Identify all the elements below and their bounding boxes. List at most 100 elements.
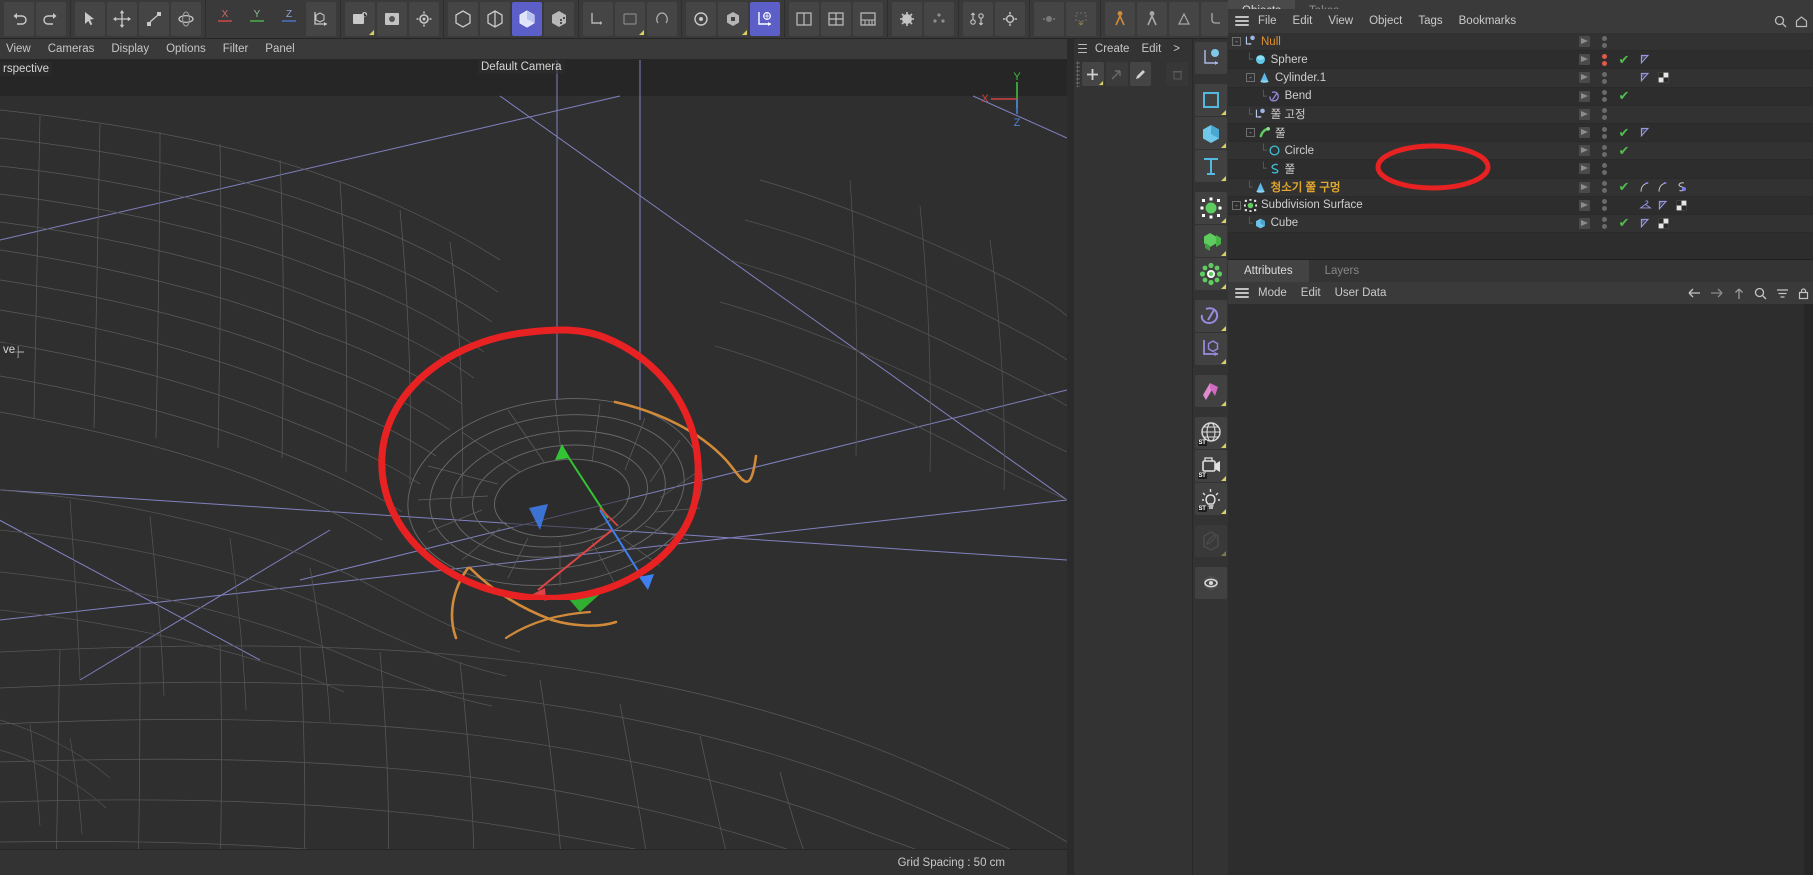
phong-tag-icon[interactable]: [1639, 53, 1652, 66]
object-visibility-cell[interactable]: [1573, 217, 1595, 229]
visibility-dot[interactable]: [1601, 144, 1607, 150]
visibility-dot[interactable]: [1601, 151, 1607, 157]
object-visibility-cell[interactable]: [1573, 90, 1595, 102]
live-selection-button[interactable]: [75, 2, 105, 36]
object-visibility-cell[interactable]: [1573, 127, 1595, 139]
object-row-5[interactable]: - 쭐 ✔: [1228, 123, 1813, 143]
hamburger-icon[interactable]: [1078, 42, 1087, 56]
lock-icon[interactable]: [1798, 287, 1809, 300]
visibility-dots-cell[interactable]: [1595, 199, 1613, 212]
hanger-tag-icon[interactable]: [1639, 199, 1652, 212]
object-enable-check[interactable]: ✔: [1613, 88, 1635, 104]
phong-tag-icon[interactable]: [1639, 126, 1652, 139]
visibility-dot[interactable]: [1601, 169, 1607, 175]
om-menu-edit[interactable]: Edit: [1293, 15, 1313, 27]
visibility-toggle-icon[interactable]: [1578, 54, 1590, 66]
snap-settings-button[interactable]: [924, 2, 954, 36]
render-to-picture-viewer-button[interactable]: [377, 2, 407, 36]
cube-primitive-button[interactable]: [448, 2, 478, 36]
text-spline-tool[interactable]: [1194, 150, 1227, 182]
visibility-dots-cell[interactable]: [1595, 181, 1613, 194]
bend-deformer-button[interactable]: [583, 2, 613, 36]
spline-dynamics-tag-icon[interactable]: [1675, 181, 1688, 194]
filter-icon[interactable]: [1776, 287, 1789, 300]
move-up-down-button[interactable]: [963, 2, 993, 36]
axis-object-tool[interactable]: [1194, 42, 1227, 74]
tab-attributes[interactable]: Attributes: [1228, 260, 1309, 282]
visibility-dots-cell[interactable]: [1595, 90, 1613, 103]
visibility-toggle-icon[interactable]: [1578, 217, 1590, 229]
forward-arrow-icon[interactable]: [1710, 287, 1724, 299]
visibility-dot[interactable]: [1601, 90, 1607, 96]
expander-toggle[interactable]: -: [1246, 128, 1255, 138]
visibility-dot[interactable]: [1601, 97, 1607, 103]
visibility-dot[interactable]: [1601, 71, 1607, 77]
render-view-button[interactable]: [345, 2, 375, 36]
viewport-menu-panel[interactable]: Panel: [265, 43, 294, 55]
object-visibility-cell[interactable]: [1573, 181, 1595, 193]
at-menu-user-data[interactable]: User Data: [1335, 287, 1387, 299]
hamburger-icon[interactable]: [1235, 285, 1249, 301]
visibility-toggle-icon[interactable]: [1578, 127, 1590, 139]
mograph-cloner-tool[interactable]: [1194, 192, 1227, 224]
align-to-spline-tag-icon[interactable]: [1657, 181, 1670, 194]
move-tool-button[interactable]: [107, 2, 137, 36]
object-row-10[interactable]: └ Cube ✔: [1228, 214, 1813, 234]
camera-button[interactable]: [615, 2, 645, 36]
lock-x-axis-button[interactable]: X: [210, 2, 240, 36]
visibility-dot[interactable]: [1601, 188, 1607, 194]
object-enable-check[interactable]: ✔: [1613, 52, 1635, 68]
visibility-dot[interactable]: [1601, 199, 1607, 205]
object-row-6[interactable]: └ Circle ✔: [1228, 142, 1813, 161]
four-view-button[interactable]: [821, 2, 851, 36]
object-row-0[interactable]: - Null: [1228, 33, 1813, 52]
object-visibility-cell[interactable]: [1573, 108, 1595, 120]
visibility-dots-cell[interactable]: [1595, 126, 1613, 139]
rotate-tool-button[interactable]: [171, 2, 201, 36]
visibility-dots-cell[interactable]: [1595, 71, 1613, 84]
array-button[interactable]: [544, 2, 574, 36]
object-visibility-cell[interactable]: [1573, 54, 1595, 66]
model-mode-button[interactable]: [686, 2, 716, 36]
tab-takes[interactable]: Takes: [1295, 0, 1354, 9]
visibility-dot[interactable]: [1601, 181, 1607, 187]
undo-button[interactable]: [4, 2, 34, 36]
viewport-menu-view[interactable]: View: [6, 43, 31, 55]
world-object-coordinates-button[interactable]: [306, 2, 336, 36]
visibility-dot[interactable]: [1601, 115, 1607, 121]
visibility-toggle-icon[interactable]: [1578, 108, 1590, 120]
visibility-dot[interactable]: [1601, 133, 1607, 139]
visibility-dots-cell[interactable]: [1595, 144, 1613, 157]
tab-objects[interactable]: Objects: [1228, 0, 1295, 9]
visibility-toggle-icon[interactable]: [1578, 90, 1590, 102]
cloth-surface-tool[interactable]: [1194, 375, 1227, 407]
phong-tag-icon[interactable]: [1657, 199, 1670, 212]
scale-tool-button[interactable]: [139, 2, 169, 36]
object-row-4[interactable]: └ 쭐 고정: [1228, 105, 1813, 124]
visibility-dots-cell[interactable]: [1595, 217, 1613, 230]
object-row-1[interactable]: └ Sphere ✔: [1228, 51, 1813, 70]
search-icon[interactable]: [1774, 15, 1787, 28]
visibility-dot[interactable]: [1601, 108, 1607, 114]
texture-tag-icon[interactable]: [1657, 71, 1670, 84]
object-tags-cell[interactable]: [1635, 53, 1813, 66]
bend-deformer-tool[interactable]: [1194, 300, 1227, 332]
object-row-3[interactable]: └ Bend ✔: [1228, 87, 1813, 106]
visibility-dot[interactable]: [1601, 60, 1607, 66]
object-tags-cell[interactable]: [1635, 126, 1813, 139]
nurbs-generator-button[interactable]: [512, 2, 542, 36]
object-visibility-cell[interactable]: [1573, 145, 1595, 157]
object-enable-check[interactable]: ✔: [1613, 125, 1635, 141]
visibility-toggle-icon[interactable]: [1578, 199, 1590, 211]
visibility-dots-cell[interactable]: [1595, 53, 1613, 66]
delete-layer-button[interactable]: [1166, 62, 1188, 86]
at-menu-edit[interactable]: Edit: [1301, 287, 1321, 299]
autokey-button[interactable]: [1066, 2, 1096, 36]
ik-chain-button[interactable]: [1201, 2, 1231, 36]
light-bulb-button[interactable]: [647, 2, 677, 36]
visibility-dot[interactable]: [1601, 78, 1607, 84]
visibility-dots-cell[interactable]: [1595, 162, 1613, 175]
plane-primitive-tool[interactable]: [1194, 84, 1227, 116]
texture-mode-button[interactable]: [718, 2, 748, 36]
layer-menu-edit[interactable]: Edit: [1141, 43, 1161, 55]
